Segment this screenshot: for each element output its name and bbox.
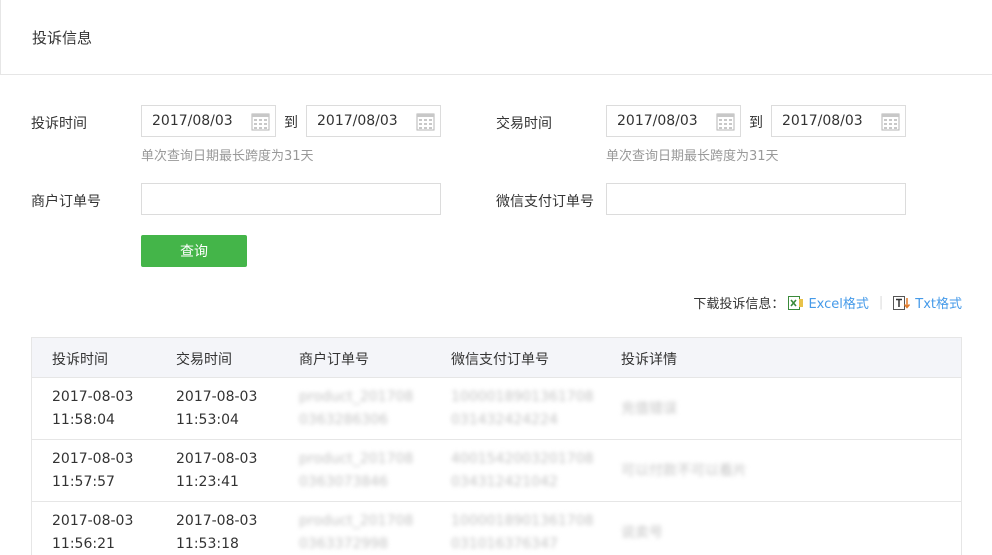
complaint-detail-cell: 说卖号 — [621, 525, 663, 541]
merchant-order-cell: product_201708 0363372998 — [299, 513, 414, 552]
header-complaint-detail: 投诉详情 — [621, 352, 677, 368]
complaint-detail-cell: 充值错误 — [621, 401, 677, 417]
complaint-start-date-value: 2017/08/03 — [152, 113, 233, 129]
download-separator: | — [878, 295, 884, 310]
excel-icon — [788, 295, 804, 310]
complaint-table: 投诉时间 交易时间 商户订单号 微信支付订单号 投诉详情 2017-08-03 1… — [31, 337, 962, 555]
complaint-detail-cell: 可以付款不可以看片 — [621, 463, 747, 479]
calendar-icon[interactable] — [416, 112, 435, 131]
excel-link-label: Excel格式 — [808, 297, 869, 312]
calendar-icon[interactable] — [716, 112, 735, 131]
txt-icon — [893, 295, 911, 310]
query-button[interactable]: 查询 — [141, 235, 247, 267]
merchant-order-cell: product_201708 0363286306 — [299, 389, 414, 428]
txt-link-label: Txt格式 — [915, 297, 962, 312]
trade-time-label: 交易时间 — [496, 116, 552, 132]
merchant-order-cell: product_201708 0363073846 — [299, 451, 414, 490]
complaint-start-date-field[interactable]: 2017/08/03 — [141, 105, 276, 137]
wechat-order-label: 微信支付订单号 — [496, 194, 594, 210]
download-txt-link[interactable]: Txt格式 — [893, 293, 962, 312]
download-label: 下载投诉信息： — [693, 297, 785, 312]
table-row: 2017-08-03 11:56:21 2017-08-03 11:53:18 pr… — [32, 502, 961, 555]
complaint-time-cell: 2017-08-03 11:56:21 — [52, 513, 134, 552]
complaint-end-date-field[interactable]: 2017/08/03 — [306, 105, 441, 137]
trade-time-cell: 2017-08-03 11:23:41 — [176, 451, 258, 490]
table-row: 2017-08-03 11:57:57 2017-08-03 11:23:41 pr… — [32, 440, 961, 502]
trade-to-label: 到 — [749, 115, 763, 131]
trade-range-hint: 单次查询日期最长跨度为31天 — [606, 149, 779, 164]
table-row: 2017-08-03 11:58:04 2017-08-03 11:53:04 pr… — [32, 378, 961, 440]
trade-time-cell: 2017-08-03 11:53:04 — [176, 389, 258, 428]
complaint-range-hint: 单次查询日期最长跨度为31天 — [141, 149, 314, 164]
download-excel-link[interactable]: Excel格式 — [788, 293, 869, 312]
page-header: 投诉信息 — [0, 0, 992, 75]
complaint-time-cell: 2017-08-03 11:57:57 — [52, 451, 134, 490]
header-merchant-order: 商户订单号 — [299, 352, 369, 368]
trade-end-date-value: 2017/08/03 — [782, 113, 863, 129]
merchant-order-input[interactable] — [141, 183, 441, 215]
merchant-order-label: 商户订单号 — [31, 194, 101, 210]
calendar-icon[interactable] — [881, 112, 900, 131]
download-bar: 下载投诉信息： Excel格式 | Txt格式 — [693, 293, 962, 312]
header-wechat-order: 微信支付订单号 — [451, 352, 549, 368]
header-trade-time: 交易时间 — [176, 352, 232, 368]
wechat-order-cell: 40015420032017​08 03431242​1042 — [451, 451, 594, 490]
complaint-time-label: 投诉时间 — [31, 116, 87, 132]
trade-start-date-field[interactable]: 2017/08/03 — [606, 105, 741, 137]
calendar-icon[interactable] — [251, 112, 270, 131]
table-header: 投诉时间 交易时间 商户订单号 微信支付订单号 投诉详情 — [32, 338, 961, 378]
wechat-order-cell: 10000189013617​08 031432424224 — [451, 389, 594, 428]
trade-start-date-value: 2017/08/03 — [617, 113, 698, 129]
page-title: 投诉信息 — [32, 29, 93, 47]
trade-end-date-field[interactable]: 2017/08/03 — [771, 105, 906, 137]
trade-time-cell: 2017-08-03 11:53:18 — [176, 513, 258, 552]
wechat-order-cell: 10000189013617​08 03101637​6347 — [451, 513, 594, 552]
complaint-to-label: 到 — [284, 115, 298, 131]
wechat-order-input[interactable] — [606, 183, 906, 215]
header-complaint-time: 投诉时间 — [52, 352, 108, 368]
complaint-end-date-value: 2017/08/03 — [317, 113, 398, 129]
complaint-time-cell: 2017-08-03 11:58:04 — [52, 389, 134, 428]
